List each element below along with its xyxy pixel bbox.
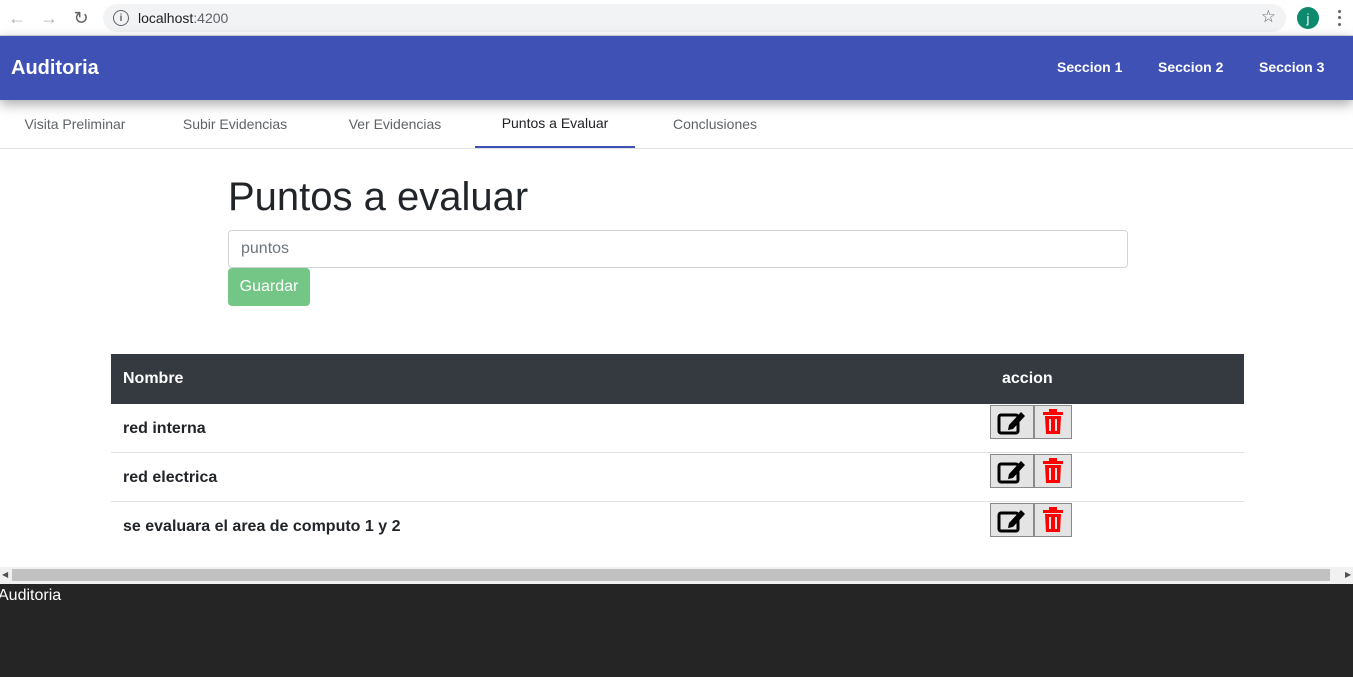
edit-icon — [997, 461, 1025, 484]
trash-icon — [1043, 458, 1063, 483]
puntos-input[interactable] — [228, 230, 1128, 268]
bookmark-star-icon[interactable]: ☆ — [1261, 7, 1276, 27]
table-row: red interna — [111, 404, 1244, 453]
info-icon[interactable]: i — [113, 10, 129, 26]
footer: Auditoria — [0, 584, 1353, 677]
app-toolbar: Auditoria Seccion 1 Seccion 2 Seccion 3 — [0, 36, 1353, 100]
browser-chrome: ← → ↻ i localhost:4200 ☆ j — [0, 0, 1353, 36]
trash-icon — [1043, 409, 1063, 434]
row-nombre: red electrica — [123, 469, 218, 486]
edit-button[interactable] — [990, 405, 1034, 439]
tab-puntos-a-evaluar[interactable]: Puntos a Evaluar — [475, 100, 635, 148]
tab-bar: Visita Preliminar Subir Evidencias Ver E… — [0, 100, 1353, 149]
page-title: Puntos a evaluar — [228, 175, 529, 219]
delete-button[interactable] — [1034, 405, 1072, 439]
table-header: Nombre accion — [111, 354, 1244, 404]
edit-button[interactable] — [990, 503, 1034, 537]
delete-button[interactable] — [1034, 503, 1072, 537]
row-nombre: red interna — [123, 420, 206, 437]
horizontal-scrollbar[interactable]: ◀ ▶ — [0, 567, 1353, 584]
scrollbar-thumb[interactable] — [12, 569, 1330, 581]
profile-avatar[interactable]: j — [1297, 7, 1319, 29]
trash-icon — [1043, 507, 1063, 532]
app-title: Auditoria — [11, 57, 99, 79]
reload-icon[interactable]: ↻ — [69, 6, 93, 30]
footer-text: Auditoria — [0, 587, 62, 604]
tab-conclusiones[interactable]: Conclusiones — [635, 100, 795, 148]
nav-seccion-1[interactable]: Seccion 1 — [1057, 59, 1122, 75]
browser-menu-icon[interactable] — [1333, 8, 1345, 28]
edit-button[interactable] — [990, 454, 1034, 488]
table-row: se evaluara el area de computo 1 y 2 — [111, 502, 1244, 551]
tab-visita-preliminar[interactable]: Visita Preliminar — [0, 100, 155, 148]
back-icon[interactable]: ← — [5, 6, 29, 30]
url-text[interactable]: localhost:4200 — [138, 10, 228, 26]
edit-icon — [997, 510, 1025, 533]
scroll-right-icon[interactable]: ▶ — [1345, 570, 1351, 579]
delete-button[interactable] — [1034, 454, 1072, 488]
scroll-left-icon[interactable]: ◀ — [2, 570, 8, 579]
address-bar[interactable]: i localhost:4200 ☆ — [103, 4, 1286, 32]
tab-subir-evidencias[interactable]: Subir Evidencias — [155, 100, 315, 148]
nav-seccion-2[interactable]: Seccion 2 — [1158, 59, 1223, 75]
row-nombre: se evaluara el area de computo 1 y 2 — [123, 518, 401, 535]
nav-seccion-3[interactable]: Seccion 3 — [1259, 59, 1324, 75]
forward-icon[interactable]: → — [37, 6, 61, 30]
save-button[interactable]: Guardar — [228, 268, 310, 306]
edit-icon — [997, 412, 1025, 435]
tab-ver-evidencias[interactable]: Ver Evidencias — [315, 100, 475, 148]
table-row: red electrica — [111, 453, 1244, 502]
column-header-nombre: Nombre — [123, 370, 184, 387]
column-header-accion: accion — [1002, 370, 1053, 387]
puntos-table: Nombre accion red interna red electrica — [111, 354, 1244, 551]
